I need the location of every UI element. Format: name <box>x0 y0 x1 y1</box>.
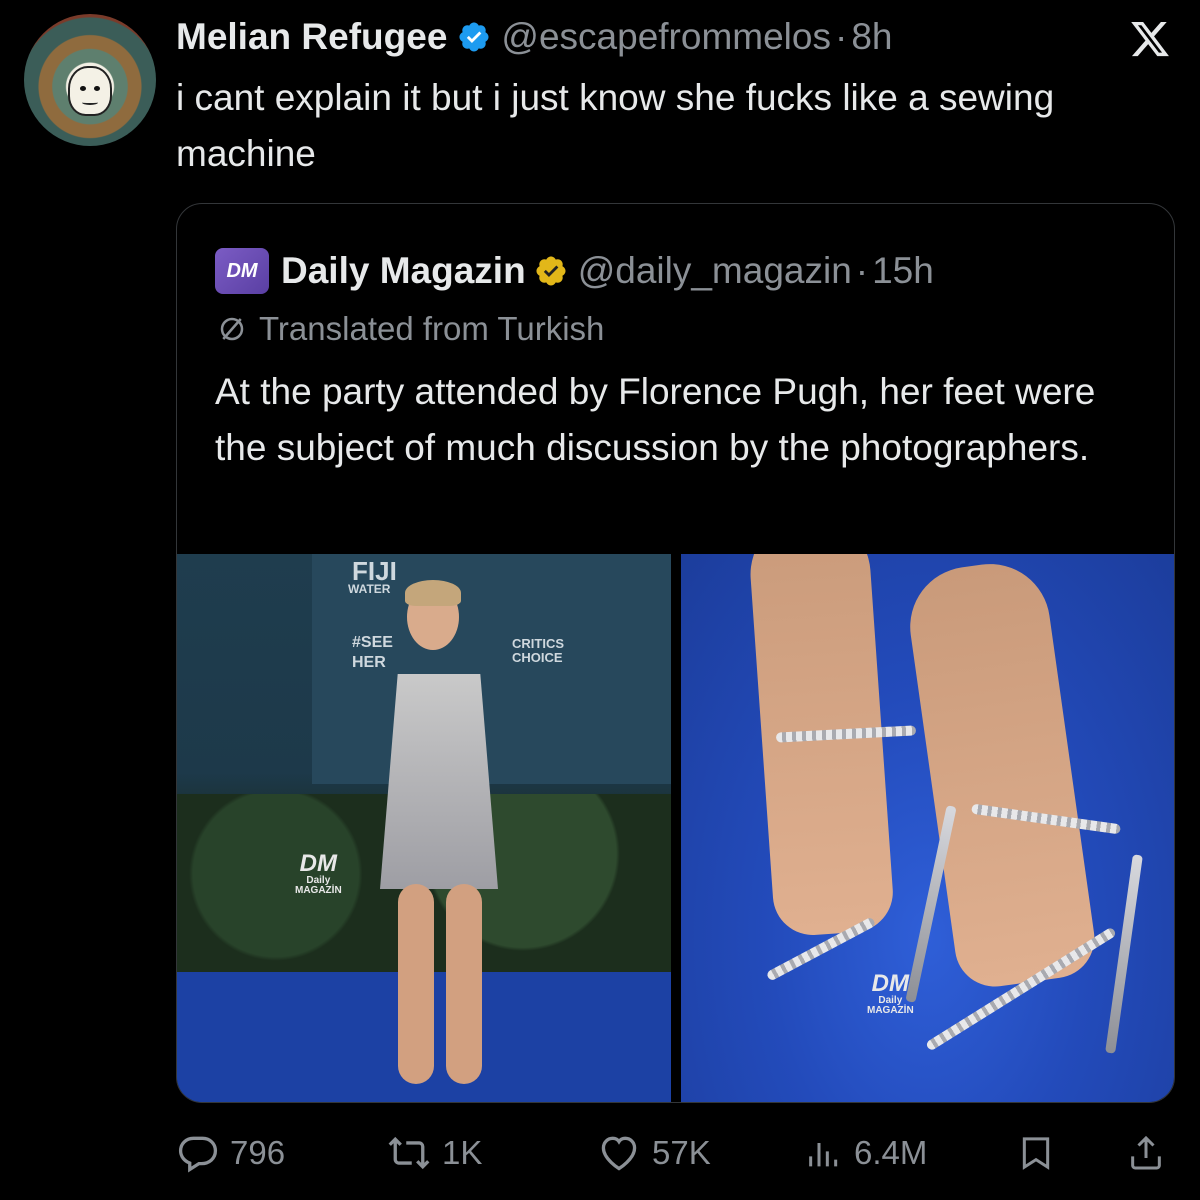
tweet-header: Melian Refugee @escapefrommelos · 8h <box>176 14 892 60</box>
person-hair <box>405 580 461 606</box>
reply-icon <box>178 1136 218 1173</box>
watermark-text: MAGAZİN <box>295 885 342 896</box>
quoted-author-handle[interactable]: @daily_magazin <box>578 250 852 292</box>
views-count: 6.4M <box>854 1134 928 1171</box>
watermark-text: MAGAZİN <box>867 1005 914 1016</box>
quoted-avatar[interactable]: DM <box>215 248 269 294</box>
silver-dress <box>380 674 498 889</box>
repost-button[interactable]: 1K <box>386 1128 482 1178</box>
author-name[interactable]: Melian Refugee <box>176 16 447 58</box>
x-logo-icon[interactable] <box>1128 18 1172 60</box>
share-button[interactable] <box>1126 1128 1176 1178</box>
views-icon <box>809 1143 838 1167</box>
quoted-text: At the party attended by Florence Pugh, … <box>215 371 1096 468</box>
quoted-header: DM Daily Magazin @daily_magazin · 15h <box>215 248 934 294</box>
verified-badge-icon <box>457 20 491 54</box>
foot <box>902 556 1100 992</box>
quoted-author-name[interactable]: Daily Magazin <box>281 250 526 292</box>
gold-verified-badge-icon <box>534 254 568 288</box>
reply-button[interactable]: 796 <box>176 1128 285 1178</box>
separator: · <box>834 16 848 57</box>
author-handle[interactable]: @escapefrommelos <box>501 16 831 58</box>
bookmark-icon <box>1022 1137 1050 1170</box>
translation-label: Translated from Turkish <box>259 310 605 347</box>
views-button[interactable]: 6.4M <box>804 1128 927 1178</box>
bookmark-button[interactable] <box>1016 1128 1066 1178</box>
backdrop-text: CRITICS <box>512 636 564 651</box>
avatar-eye <box>94 86 100 91</box>
reply-count: 796 <box>230 1134 286 1171</box>
repost-count: 1K <box>442 1134 483 1171</box>
stiletto-heel <box>1105 854 1143 1054</box>
like-icon <box>601 1136 637 1171</box>
action-bar: 796 1K 57K 6.4M <box>176 1128 1176 1178</box>
photo-shoes-closeup[interactable]: DM Daily MAGAZİN <box>681 554 1174 1102</box>
watermark-logo: DM <box>871 970 909 997</box>
person <box>362 580 512 1094</box>
foot <box>746 554 896 938</box>
avatar-face <box>68 66 112 116</box>
quoted-timestamp[interactable]: 15h <box>872 250 934 292</box>
person-leg <box>446 884 482 1084</box>
translate-icon <box>217 314 247 344</box>
repost-icon <box>388 1136 430 1170</box>
like-button[interactable]: 57K <box>596 1128 711 1178</box>
translation-note[interactable]: Translated from Turkish <box>217 310 604 348</box>
avatar[interactable] <box>24 14 156 146</box>
avatar-eye <box>80 86 86 91</box>
person-leg <box>398 884 434 1084</box>
watermark: DM Daily MAGAZİN <box>295 852 342 896</box>
timestamp[interactable]: 8h <box>851 16 892 58</box>
backdrop-text: CHOICE <box>512 650 563 665</box>
quoted-tweet[interactable]: DM Daily Magazin @daily_magazin · 15h Tr… <box>176 203 1175 1103</box>
separator: · <box>855 250 869 291</box>
share-icon <box>1131 1135 1161 1170</box>
watermark: DM Daily MAGAZİN <box>867 972 914 1016</box>
avatar-mouth <box>82 100 98 105</box>
tweet-text: i cant explain it but i just know she fu… <box>176 77 1055 174</box>
photo-red-carpet[interactable]: FIJI WATER #SEE HER CRITICS CHOICE DM Da… <box>177 554 671 1102</box>
watermark-logo: DM <box>299 850 337 877</box>
like-count: 57K <box>652 1134 711 1171</box>
